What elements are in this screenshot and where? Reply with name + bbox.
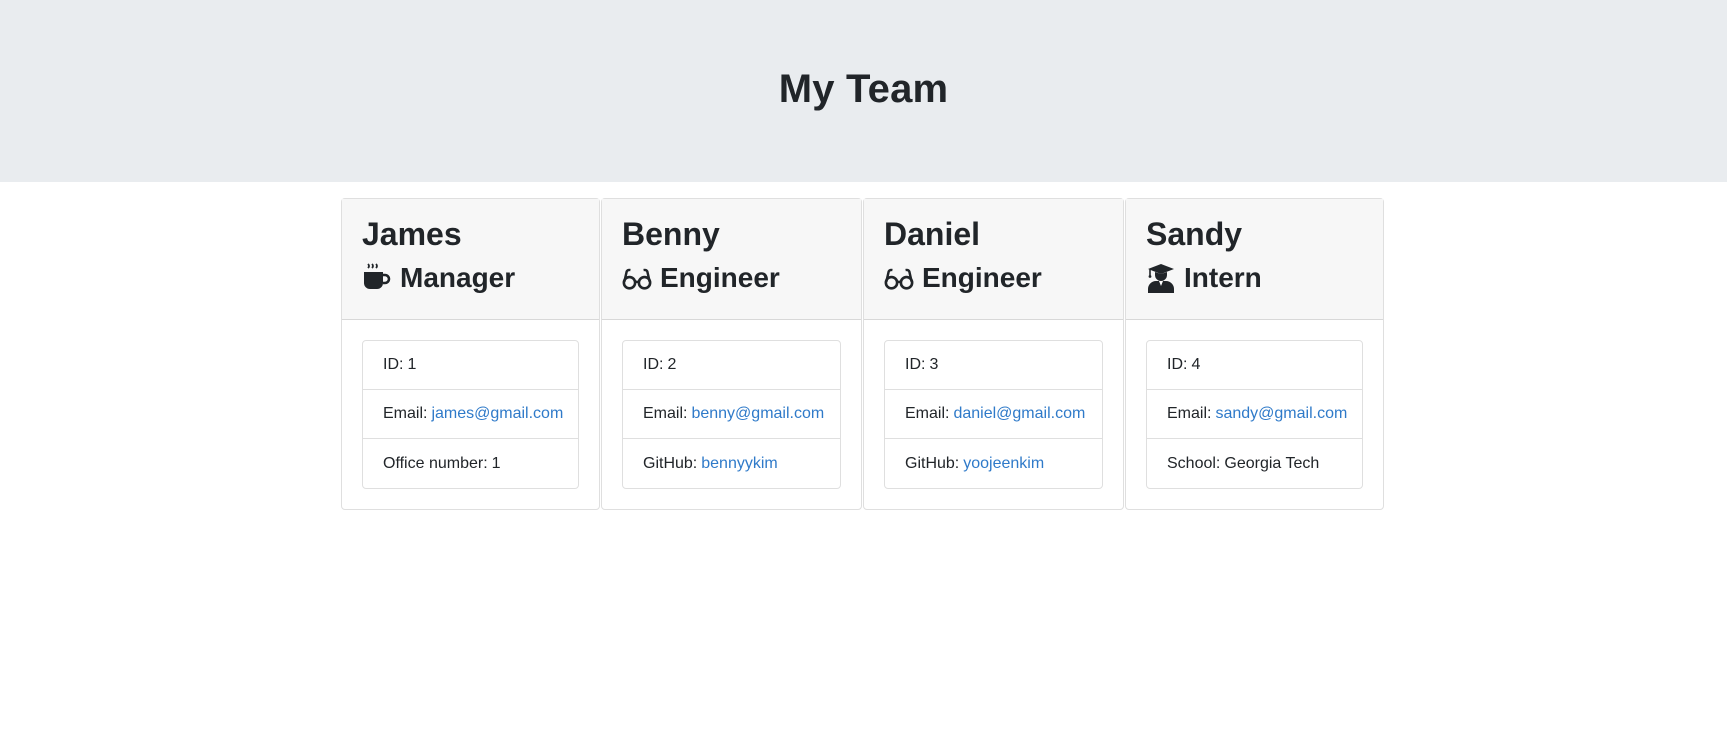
employee-role: Engineer	[884, 261, 1103, 295]
email-label: Email:	[1167, 405, 1212, 422]
list-item-email: Email: sandy@gmail.com	[1147, 390, 1362, 439]
email-link[interactable]: benny@gmail.com	[691, 405, 824, 423]
list-item-email: Email: daniel@gmail.com	[885, 390, 1102, 439]
list-item-email: Email: james@gmail.com	[363, 390, 578, 439]
list-item-email: Email: benny@gmail.com	[623, 390, 840, 439]
list-item-office-number: Office number: 1	[363, 439, 578, 488]
employee-card-intern: Sandy Intern ID: 4 Email: sandy@gmail.co…	[1125, 198, 1384, 510]
card-body: ID: 1 Email: james@gmail.com Office numb…	[342, 320, 599, 509]
graduate-icon	[1146, 263, 1176, 294]
employee-role-label: Manager	[400, 262, 516, 294]
list-item-id: ID: 3	[885, 341, 1102, 390]
github-link[interactable]: bennyykim	[701, 455, 777, 473]
id-value: 4	[1191, 356, 1201, 373]
info-list: ID: 3 Email: daniel@gmail.com GitHub: yo…	[884, 340, 1103, 489]
employee-card-engineer: Daniel Engineer ID: 3 Email: daniel@gmai…	[863, 198, 1124, 510]
employee-role-label: Engineer	[922, 262, 1042, 294]
email-label: Email:	[383, 405, 428, 422]
id-value: 1	[407, 356, 417, 373]
card-header: Benny Engineer	[602, 199, 861, 320]
info-list: ID: 4 Email: sandy@gmail.com School: Geo…	[1146, 340, 1363, 489]
employee-name: James	[362, 216, 462, 252]
employee-name: Benny	[622, 216, 720, 252]
github-link[interactable]: yoojeenkim	[963, 455, 1044, 473]
school-value: Georgia Tech	[1224, 454, 1320, 472]
list-item-id: ID: 4	[1147, 341, 1362, 390]
employee-name: Sandy	[1146, 216, 1243, 252]
employee-card-engineer: Benny Engineer ID: 2 Email: benny@gmail.…	[601, 198, 862, 510]
id-value: 3	[929, 356, 939, 373]
github-label: GitHub:	[905, 454, 960, 472]
card-header: Daniel Engineer	[864, 199, 1123, 320]
card-body: ID: 4 Email: sandy@gmail.com School: Geo…	[1126, 320, 1383, 509]
card-body: ID: 3 Email: daniel@gmail.com GitHub: yo…	[864, 320, 1123, 509]
email-link[interactable]: sandy@gmail.com	[1215, 405, 1347, 423]
id-label: ID:	[1167, 356, 1188, 373]
email-label: Email:	[643, 405, 688, 422]
id-label: ID:	[905, 356, 926, 373]
email-label: Email:	[905, 405, 950, 422]
info-list: ID: 2 Email: benny@gmail.com GitHub: ben…	[622, 340, 841, 489]
employee-role-label: Intern	[1184, 262, 1262, 294]
coffee-mug-icon	[362, 263, 392, 293]
employee-role: Engineer	[622, 261, 841, 295]
school-label: School:	[1167, 454, 1221, 472]
id-label: ID:	[643, 356, 664, 373]
employee-card-manager: James Manager ID: 1 Email: james@gmail.c…	[341, 198, 600, 510]
list-item-id: ID: 2	[623, 341, 840, 390]
office-number-label: Office number:	[383, 454, 488, 472]
glasses-icon	[622, 263, 652, 293]
github-label: GitHub:	[643, 454, 698, 472]
list-item-github: GitHub: yoojeenkim	[885, 439, 1102, 488]
card-header: Sandy Intern	[1126, 199, 1383, 320]
office-number-value: 1	[491, 454, 501, 472]
employee-role-label: Engineer	[660, 262, 780, 294]
card-header: James Manager	[342, 199, 599, 320]
id-label: ID:	[383, 356, 404, 373]
list-item-id: ID: 1	[363, 341, 578, 390]
info-list: ID: 1 Email: james@gmail.com Office numb…	[362, 340, 579, 489]
card-body: ID: 2 Email: benny@gmail.com GitHub: ben…	[602, 320, 861, 509]
list-item-github: GitHub: bennyykim	[623, 439, 840, 488]
email-link[interactable]: daniel@gmail.com	[953, 405, 1085, 423]
id-value: 2	[667, 356, 677, 373]
glasses-icon	[884, 263, 914, 293]
employee-name: Daniel	[884, 216, 981, 252]
email-link[interactable]: james@gmail.com	[431, 405, 563, 423]
page-title: My Team	[778, 67, 949, 111]
team-cards: James Manager ID: 1 Email: james@gmail.c…	[341, 198, 1385, 510]
employee-role: Manager	[362, 261, 579, 295]
employee-role: Intern	[1146, 261, 1363, 295]
page-header: My Team	[0, 0, 1727, 182]
list-item-school: School: Georgia Tech	[1147, 439, 1362, 488]
